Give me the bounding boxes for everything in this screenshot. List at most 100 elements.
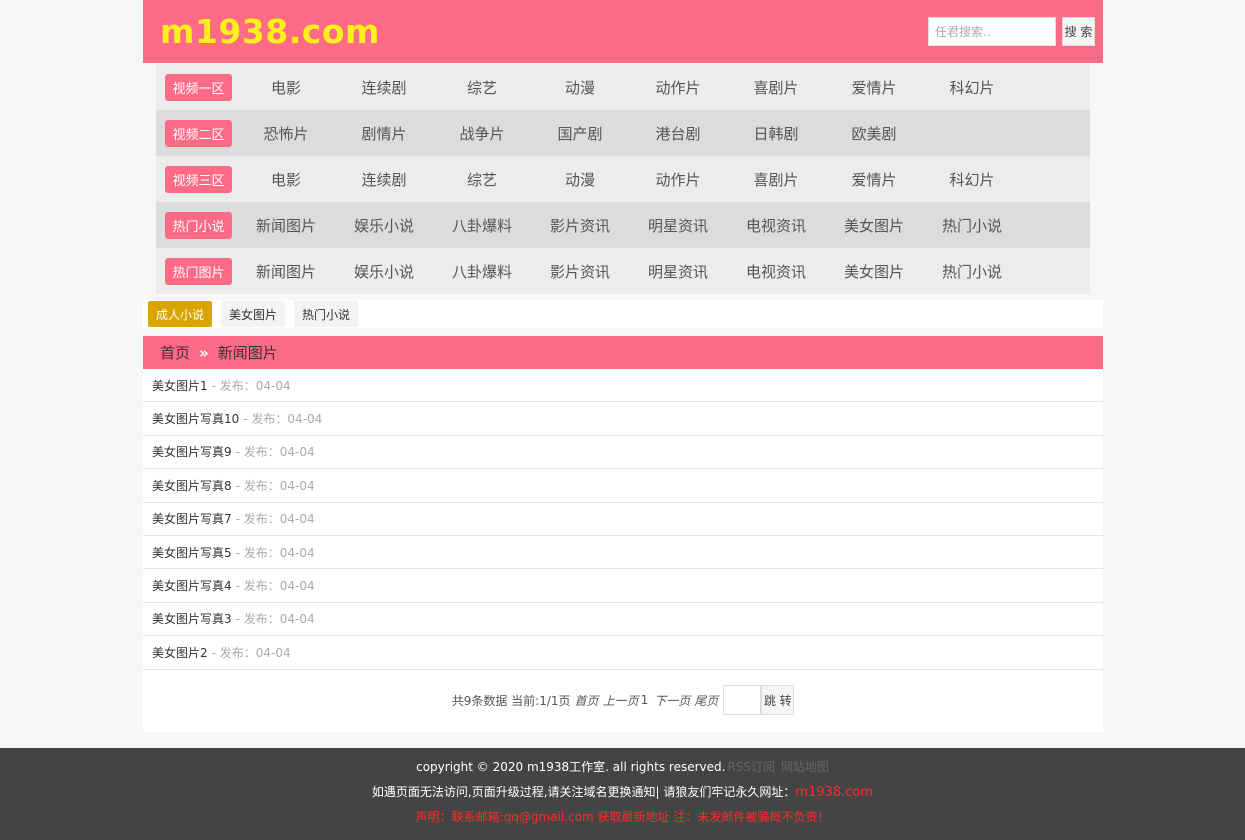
footer: copyright © 2020 m1938工作室. all rights re… bbox=[0, 748, 1245, 840]
nav-row: 热门图片 新闻图片 娱乐小说 八卦爆料 影片资讯 明星资讯 电视资讯 美女图片 热门小说 bbox=[156, 248, 1090, 294]
nav-item[interactable]: 爱情片 bbox=[825, 77, 923, 98]
nav-item[interactable]: 恐怖片 bbox=[237, 123, 335, 144]
footer-sitemap-link[interactable]: 网站地图 bbox=[781, 760, 829, 774]
breadcrumb-home[interactable]: 首页 bbox=[160, 342, 190, 363]
nav-item[interactable]: 战争片 bbox=[433, 123, 531, 144]
nav-item[interactable]: 国产剧 bbox=[531, 123, 629, 144]
list-item-date: - 发布：04-04 bbox=[235, 545, 315, 560]
nav-item[interactable]: 热门小说 bbox=[923, 261, 1021, 282]
footer-notice-line: 如遇页面无法访问,页面升级过程,请关注域名更换通知| 请狼友们牢记永久网址：m1… bbox=[0, 783, 1245, 800]
nav-row-badge[interactable]: 视频二区 bbox=[165, 119, 232, 147]
nav-item[interactable]: 新闻图片 bbox=[237, 261, 335, 282]
list-item-date: - 发布：04-04 bbox=[211, 378, 291, 393]
list-item-title[interactable]: 美女图片写真8 bbox=[152, 477, 232, 494]
footer-statement: 声明：联系邮箱:qq@gmail.com 获取最新地址 注：未发邮件被骗概不负责… bbox=[415, 810, 830, 824]
header: m1938.com 搜 索 bbox=[143, 0, 1103, 63]
nav-row: 热门小说 新闻图片 娱乐小说 八卦爆料 影片资讯 明星资讯 电视资讯 美女图片 热门小说 bbox=[156, 202, 1090, 248]
nav-item[interactable]: 电影 bbox=[237, 169, 335, 190]
list-item: 美女图片写真10 - 发布：04-04 bbox=[143, 402, 1103, 436]
list-item: 美女图片写真5- 发布：04-04 bbox=[143, 536, 1103, 570]
tag-hot-novel[interactable]: 热门小说 bbox=[294, 301, 359, 327]
tag-bar: 成人小说 美女图片 热门小说 bbox=[143, 300, 1103, 328]
nav-item[interactable]: 综艺 bbox=[433, 169, 531, 190]
nav-item[interactable]: 动作片 bbox=[629, 77, 727, 98]
nav-row-badge[interactable]: 热门小说 bbox=[165, 211, 232, 239]
nav-item[interactable]: 八卦爆料 bbox=[433, 261, 531, 282]
breadcrumb-separator: » bbox=[199, 343, 209, 362]
nav-row: 视频二区 恐怖片 剧情片 战争片 国产剧 港台剧 日韩剧 欧美剧 bbox=[156, 110, 1090, 156]
nav-item[interactable]: 娱乐小说 bbox=[335, 215, 433, 236]
nav-item[interactable]: 新闻图片 bbox=[237, 215, 335, 236]
nav-item[interactable]: 连续剧 bbox=[335, 77, 433, 98]
nav-item[interactable]: 日韩剧 bbox=[727, 123, 825, 144]
nav-item[interactable]: 美女图片 bbox=[825, 215, 923, 236]
search-input[interactable] bbox=[928, 17, 1056, 46]
list-item: 美女图片写真7- 发布：04-04 bbox=[143, 503, 1103, 536]
pagination: 共9条数据 当前:1/1页 首页 上一页 1 下一页 尾页 跳 转 bbox=[143, 684, 1103, 716]
list-item-title[interactable]: 美女图片写真5 bbox=[152, 544, 232, 561]
pager-last[interactable]: 尾页 bbox=[694, 692, 718, 709]
pager-current-page: 1 bbox=[640, 693, 649, 707]
list-item-date: - 发布：04-04 bbox=[243, 412, 323, 427]
nav-item[interactable]: 电视资讯 bbox=[727, 261, 825, 282]
site-logo[interactable]: m1938.com bbox=[160, 12, 380, 51]
footer-rss-link[interactable]: RSS订阅 bbox=[727, 760, 775, 774]
list-item: 美女图片写真4- 发布：04-04 bbox=[143, 569, 1103, 603]
nav-item[interactable]: 科幻片 bbox=[923, 77, 1021, 98]
nav-item[interactable]: 明星资讯 bbox=[629, 261, 727, 282]
nav-item[interactable]: 电影 bbox=[237, 77, 335, 98]
nav-item[interactable]: 科幻片 bbox=[923, 169, 1021, 190]
footer-copyright: copyright © 2020 m1938工作室. all rights re… bbox=[416, 760, 726, 774]
list-item-date: - 发布：04-04 bbox=[235, 612, 315, 627]
nav-item[interactable]: 综艺 bbox=[433, 77, 531, 98]
nav-item[interactable]: 八卦爆料 bbox=[433, 215, 531, 236]
nav-item[interactable]: 娱乐小说 bbox=[335, 261, 433, 282]
nav-item[interactable]: 动漫 bbox=[531, 77, 629, 98]
article-list: 美女图片1- 发布：04-04 美女图片写真10- 发布：04-04 美女图片写真9… bbox=[143, 369, 1103, 732]
nav-item[interactable]: 连续剧 bbox=[335, 169, 433, 190]
nav-row-badge[interactable]: 热门图片 bbox=[165, 257, 232, 285]
list-item: 美女图片写真3- 发布：04-04 bbox=[143, 603, 1103, 637]
nav-item[interactable]: 明星资讯 bbox=[629, 215, 727, 236]
nav-item[interactable]: 影片资讯 bbox=[531, 215, 629, 236]
list-item-title[interactable]: 美女图片写真4 bbox=[152, 577, 232, 594]
footer-site-link[interactable]: m1938.com bbox=[795, 785, 873, 800]
tag-adult-novel[interactable]: 成人小说 bbox=[148, 301, 213, 327]
nav-item[interactable]: 欧美剧 bbox=[825, 123, 923, 144]
list-item-title[interactable]: 美女图片1 bbox=[152, 377, 208, 394]
list-item-title[interactable]: 美女图片写真3 bbox=[152, 610, 232, 627]
list-item-date: - 发布：04-04 bbox=[211, 645, 291, 660]
list-item: 美女图片写真8- 发布：04-04 bbox=[143, 469, 1103, 503]
list-item-title[interactable]: 美女图片写真10 bbox=[152, 410, 239, 427]
pager-summary: 共9条数据 当前:1/1页 bbox=[451, 693, 571, 708]
nav-row: 视频三区 电影 连续剧 综艺 动漫 动作片 喜剧片 爱情片 科幻片 bbox=[156, 156, 1090, 202]
nav-row-badge[interactable]: 视频三区 bbox=[165, 165, 232, 193]
nav-item[interactable]: 热门小说 bbox=[923, 215, 1021, 236]
pager-jump-input[interactable] bbox=[723, 685, 762, 715]
nav-item[interactable]: 动作片 bbox=[629, 169, 727, 190]
pager-first[interactable]: 首页 bbox=[575, 692, 599, 709]
nav-item[interactable]: 影片资讯 bbox=[531, 261, 629, 282]
nav-item[interactable]: 美女图片 bbox=[825, 261, 923, 282]
pager-jump-button[interactable]: 跳 转 bbox=[761, 685, 795, 715]
tag-beauty-pics[interactable]: 美女图片 bbox=[221, 301, 286, 327]
list-item-title[interactable]: 美女图片写真9 bbox=[152, 443, 232, 460]
nav-row: 视频一区 电影 连续剧 综艺 动漫 动作片 喜剧片 爱情片 科幻片 bbox=[156, 64, 1090, 110]
list-item-date: - 发布：04-04 bbox=[235, 512, 315, 527]
category-nav: 视频一区 电影 连续剧 综艺 动漫 动作片 喜剧片 爱情片 科幻片 视频二区 恐怖片 剧情片 战争片 国产… bbox=[156, 64, 1090, 294]
list-item: 美女图片1- 发布：04-04 bbox=[143, 369, 1103, 403]
nav-item[interactable]: 喜剧片 bbox=[727, 169, 825, 190]
nav-row-badge[interactable]: 视频一区 bbox=[165, 73, 232, 101]
list-item-title[interactable]: 美女图片2 bbox=[152, 644, 208, 661]
nav-item[interactable]: 港台剧 bbox=[629, 123, 727, 144]
pager-prev[interactable]: 上一页 bbox=[603, 692, 639, 709]
nav-item[interactable]: 喜剧片 bbox=[727, 77, 825, 98]
search-button[interactable]: 搜 索 bbox=[1062, 17, 1095, 46]
pager-next[interactable]: 下一页 bbox=[654, 692, 690, 709]
nav-item[interactable]: 爱情片 bbox=[825, 169, 923, 190]
breadcrumb: 首页 » 新闻图片 bbox=[143, 336, 1103, 369]
nav-item[interactable]: 动漫 bbox=[531, 169, 629, 190]
nav-item[interactable]: 电视资讯 bbox=[727, 215, 825, 236]
nav-item[interactable]: 剧情片 bbox=[335, 123, 433, 144]
list-item-title[interactable]: 美女图片写真7 bbox=[152, 510, 232, 527]
